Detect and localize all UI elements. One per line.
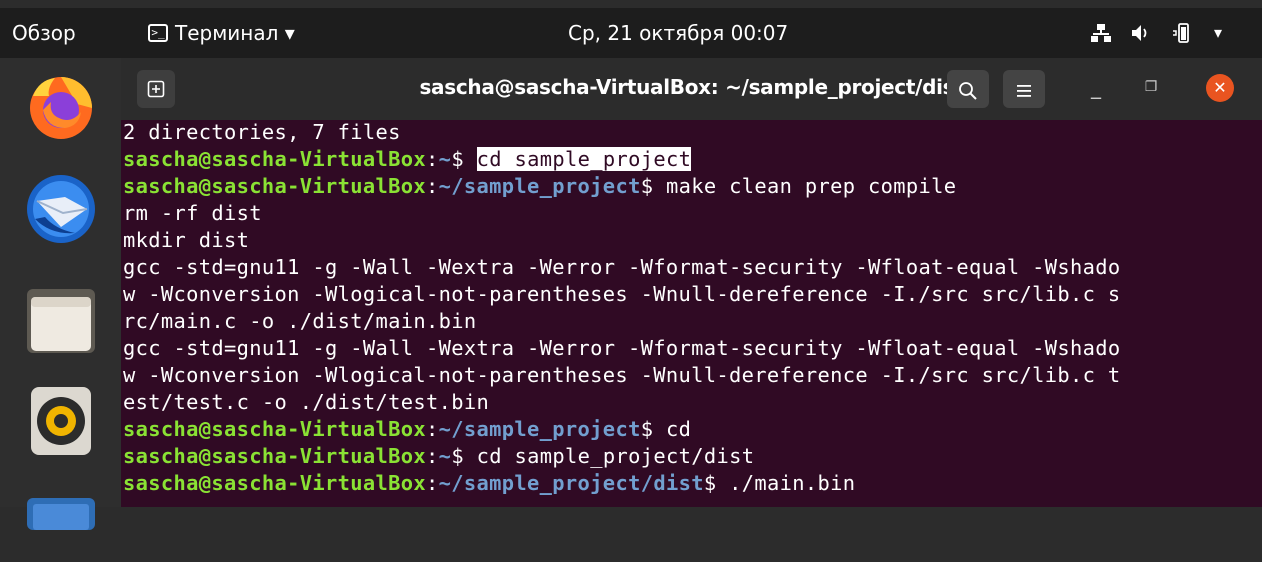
terminal-prompt-line: sascha@sascha-VirtualBox:~/sample_projec…: [123, 416, 691, 443]
command-text: cd sample_project/dist: [476, 444, 755, 468]
search-icon: [959, 81, 977, 100]
app-menu-button[interactable]: >_ Терминал ▾: [148, 8, 295, 58]
command-text: make clean prep compile: [665, 174, 957, 198]
battery-icon[interactable]: [1170, 8, 1192, 58]
prompt-symbol: $: [640, 174, 666, 198]
prompt-symbol: $: [451, 147, 477, 171]
maximize-button[interactable]: ❐: [1136, 72, 1166, 102]
prompt-separator: :: [426, 417, 439, 441]
prompt-user: sascha@sascha-VirtualBox: [123, 417, 427, 441]
top-panel: Обзор >_ Терминал ▾ Ср, 21 октября 00:07 …: [0, 8, 1262, 58]
terminal-output-line: rc/main.c -o ./dist/main.bin: [123, 308, 477, 335]
prompt-path: ~/sample_project: [438, 174, 641, 198]
search-button[interactable]: [947, 70, 989, 108]
terminal-output-line: w -Wconversion -Wlogical-not-parentheses…: [123, 281, 1120, 308]
prompt-separator: :: [426, 174, 439, 198]
thunderbird-icon[interactable]: [25, 173, 97, 245]
app-menu-label: Терминал ▾: [175, 21, 295, 45]
terminal-prompt-line: sascha@sascha-VirtualBox:~/sample_projec…: [123, 470, 855, 497]
prompt-user: sascha@sascha-VirtualBox: [123, 174, 427, 198]
hamburger-icon: [1017, 84, 1031, 97]
terminal-prompt-line: sascha@sascha-VirtualBox:~$ cd sample_pr…: [123, 146, 692, 173]
prompt-path: ~: [438, 444, 452, 468]
window-headerbar: sascha@sascha-VirtualBox: ~/sample_proje…: [121, 58, 1262, 120]
terminal-output-line: mkdir dist: [123, 227, 249, 254]
terminal-prompt-line: sascha@sascha-VirtualBox:~/sample_projec…: [123, 173, 956, 200]
command-text: cd sample_project: [476, 147, 692, 171]
rhythmbox-icon[interactable]: [25, 385, 97, 457]
software-icon[interactable]: [25, 490, 97, 562]
files-icon[interactable]: [25, 283, 97, 355]
prompt-user: sascha@sascha-VirtualBox: [123, 444, 427, 468]
terminal-app-icon: >_: [148, 23, 168, 42]
prompt-symbol: $: [640, 417, 666, 441]
prompt-path: ~/sample_project/dist: [438, 471, 704, 495]
output-text: gcc -std=gnu11 -g -Wall -Wextra -Werror …: [123, 255, 1121, 279]
terminal-output-line: w -Wconversion -Wlogical-not-parentheses…: [123, 362, 1120, 389]
minimize-button[interactable]: _: [1081, 72, 1111, 102]
prompt-symbol: $: [451, 444, 477, 468]
firefox-icon[interactable]: [25, 70, 97, 142]
command-text: cd: [665, 417, 692, 441]
terminal-output-line: gcc -std=gnu11 -g -Wall -Wextra -Werror …: [123, 254, 1120, 281]
command-text: ./main.bin: [729, 471, 856, 495]
hamburger-menu-button[interactable]: [1003, 70, 1045, 108]
prompt-separator: :: [426, 147, 439, 171]
output-text: mkdir dist: [123, 228, 250, 252]
prompt-user: sascha@sascha-VirtualBox: [123, 147, 427, 171]
network-wired-icon[interactable]: [1090, 8, 1112, 58]
output-text: rm -rf dist: [123, 201, 262, 225]
close-button[interactable]: ✕: [1206, 74, 1234, 102]
activities-button[interactable]: Обзор: [12, 8, 76, 58]
output-text: gcc -std=gnu11 -g -Wall -Wextra -Werror …: [123, 336, 1121, 360]
output-text: w -Wconversion -Wlogical-not-parentheses…: [123, 363, 1121, 387]
system-menu-caret-icon[interactable]: ▾: [1214, 8, 1222, 58]
volume-icon[interactable]: [1130, 8, 1152, 58]
prompt-symbol: $: [703, 471, 730, 495]
terminal-output-line: est/test.c -o ./dist/test.bin: [123, 389, 489, 416]
terminal-window: sascha@sascha-VirtualBox: ~/sample_proje…: [121, 58, 1262, 507]
prompt-path: ~: [438, 147, 452, 171]
clock[interactable]: Ср, 21 октября 00:07: [568, 8, 788, 58]
prompt-separator: :: [426, 444, 439, 468]
dock: [0, 58, 121, 530]
prompt-path: ~/sample_project: [438, 417, 641, 441]
terminal-output-line: 2 directories, 7 files: [123, 120, 401, 146]
terminal-output[interactable]: 2 directories, 7 files sascha@sascha-Virt…: [121, 120, 1262, 507]
output-text: w -Wconversion -Wlogical-not-parentheses…: [123, 282, 1121, 306]
prompt-separator: :: [426, 471, 439, 495]
output-text: est/test.c -o ./dist/test.bin: [123, 390, 490, 414]
terminal-output-line: rm -rf dist: [123, 200, 262, 227]
prompt-user: sascha@sascha-VirtualBox: [123, 471, 427, 495]
output-text: 2 directories, 7 files: [123, 120, 401, 144]
output-text: rc/main.c -o ./dist/main.bin: [123, 309, 477, 333]
terminal-output-line: gcc -std=gnu11 -g -Wall -Wextra -Werror …: [123, 335, 1120, 362]
terminal-prompt-line: sascha@sascha-VirtualBox:~$ cd sample_pr…: [123, 443, 754, 470]
